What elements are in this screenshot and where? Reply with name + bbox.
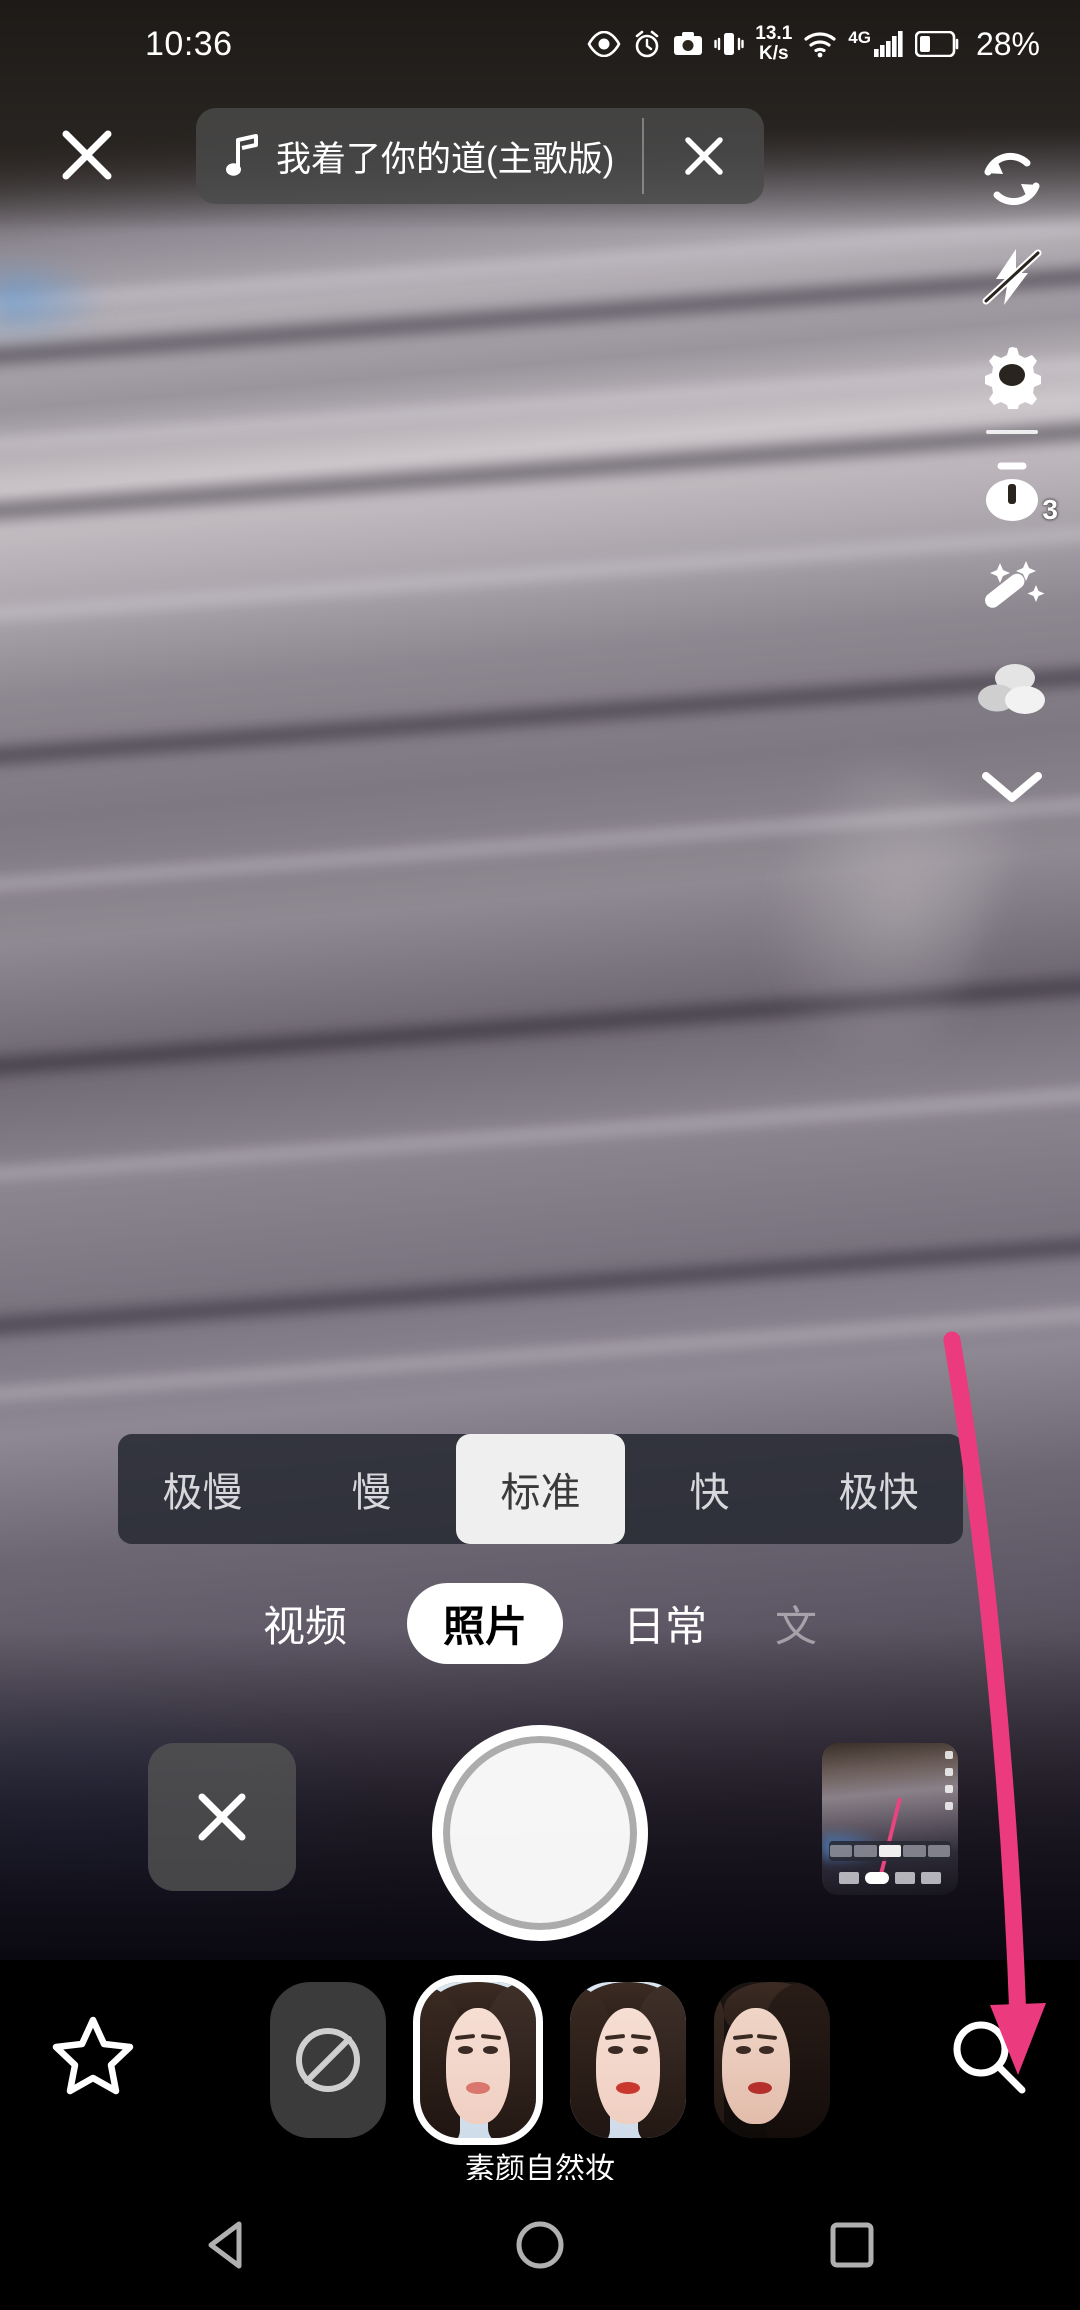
close-icon [198, 1793, 246, 1841]
close-camera-button[interactable] [42, 110, 132, 200]
alarm-icon [635, 30, 659, 58]
collapse-rail-button[interactable] [944, 738, 1080, 836]
speed-option-4[interactable]: 极快 [794, 1434, 963, 1544]
music-remove-button[interactable] [644, 108, 764, 204]
speed-option-0[interactable]: 极慢 [118, 1434, 287, 1544]
status-bar: 10:36 13.1 K/s 4G 28% [0, 0, 1080, 88]
timer-button[interactable]: 3 [944, 444, 1080, 542]
star-icon [52, 2016, 134, 2095]
close-icon [62, 130, 112, 180]
flip-camera-icon [984, 152, 1040, 206]
circle-home-icon [516, 2221, 564, 2269]
speed-option-3[interactable]: 快 [625, 1434, 794, 1544]
triangle-back-icon [208, 2221, 242, 2269]
tab-photo[interactable]: 照片 [406, 1582, 563, 1664]
settings-gear-icon [985, 347, 1041, 409]
favorites-button[interactable] [38, 2000, 148, 2110]
flip-camera-button[interactable] [944, 130, 1080, 228]
beauty-button[interactable] [944, 542, 1080, 640]
nav-back-button[interactable] [182, 2199, 274, 2291]
tab-daily[interactable]: 日常 [615, 1587, 715, 1660]
search-icon [953, 2021, 1026, 2094]
gallery-thumbnail[interactable] [822, 1743, 958, 1895]
filter-list [270, 1982, 830, 2138]
close-icon [685, 137, 724, 175]
cancel-button[interactable] [148, 1743, 296, 1891]
filter-strip: 素颜自然妆 [0, 1960, 1080, 2186]
tab-text[interactable]: 文 [767, 1587, 825, 1660]
battery-icon [914, 31, 959, 57]
music-pill[interactable]: 我着了你的道(主歌版) [196, 108, 765, 204]
tool-rail: 3 [944, 130, 1080, 836]
filters-icon [978, 664, 1045, 714]
camera-icon [674, 32, 703, 55]
phone-screen: 10:36 13.1 K/s 4G 28% 我着了你的道(主歌版) 3 极慢 慢… [0, 0, 1080, 2310]
search-filters-button[interactable] [934, 2002, 1042, 2110]
filter-item-none[interactable] [270, 1982, 386, 2138]
speed-option-2[interactable]: 标准 [456, 1434, 625, 1544]
timer-count-badge: 3 [1042, 494, 1058, 525]
android-nav-bar [0, 2180, 1080, 2310]
vibrate-icon [714, 33, 744, 55]
filter-item-su-yan-zi-ran-zhuang[interactable] [420, 1982, 536, 2138]
top-bar: 我着了你的道(主歌版) [0, 92, 1080, 222]
speed-option-1[interactable]: 慢 [287, 1434, 456, 1544]
no-filter-icon [296, 2028, 360, 2092]
settings-button[interactable] [944, 326, 1080, 424]
music-title: 我着了你的道(主歌版) [276, 139, 615, 179]
flash-toggle-button[interactable] [944, 228, 1080, 326]
capture-row [0, 1725, 1080, 1941]
timer-icon [986, 462, 1038, 521]
nav-recents-button[interactable] [806, 2199, 898, 2291]
wifi-icon [804, 32, 836, 58]
rail-divider [986, 430, 1038, 434]
tab-video[interactable]: 视频 [255, 1587, 355, 1660]
filters-button[interactable] [944, 640, 1080, 738]
beauty-wand-icon [985, 561, 1045, 608]
speed-selector[interactable]: 极慢 慢 标准 快 极快 [118, 1434, 963, 1544]
status-time: 10:36 [145, 24, 233, 63]
eye-icon [587, 31, 621, 57]
flash-off-icon [982, 249, 1042, 305]
nav-home-button[interactable] [494, 2199, 586, 2291]
filter-item-2[interactable] [570, 1982, 686, 2138]
square-recents-icon [830, 2222, 874, 2268]
shutter-button[interactable] [432, 1725, 648, 1941]
network-speed: 13.1 K/s [755, 23, 793, 64]
music-note-icon [226, 134, 258, 176]
network-type-label: 4G [848, 28, 871, 47]
music-selected[interactable]: 我着了你的道(主歌版) [196, 108, 642, 204]
filter-item-3[interactable] [714, 1982, 830, 2138]
mode-tabs: 视频 照片 日常 文 [0, 1573, 1080, 1673]
battery-percent: 28% [975, 25, 1040, 62]
chevron-down-icon [982, 772, 1042, 802]
signal-icon [873, 31, 903, 57]
